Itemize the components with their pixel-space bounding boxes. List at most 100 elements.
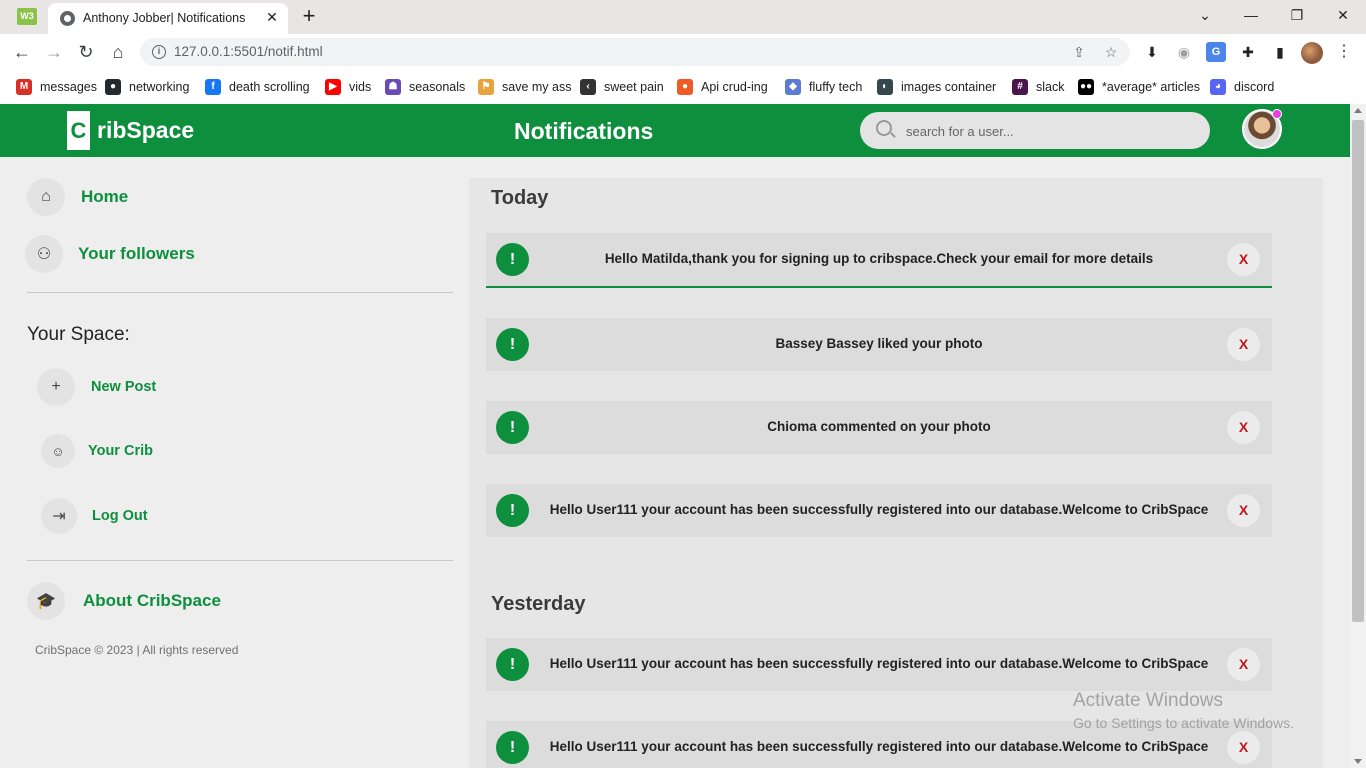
dismiss-button[interactable]: X bbox=[1227, 243, 1260, 276]
your-space-heading: Your Space: bbox=[27, 324, 130, 345]
bookmark-label: *average* articles bbox=[1102, 80, 1200, 94]
globe-icon bbox=[60, 11, 75, 26]
bookmark-item[interactable]: ◕ discord bbox=[1210, 77, 1274, 97]
restore-button[interactable]: ❐ bbox=[1284, 4, 1310, 26]
forward-arrow-icon[interactable]: → bbox=[42, 40, 66, 64]
site-header: C ribSpace Notifications bbox=[0, 104, 1350, 157]
bookmark-star-icon[interactable]: ☆ bbox=[1102, 43, 1120, 61]
chevron-down-icon[interactable]: ⌄ bbox=[1192, 4, 1218, 26]
sidebar-label-followers: Your followers bbox=[78, 244, 195, 263]
extension-download-icon[interactable]: ⬇ bbox=[1142, 42, 1162, 62]
dismiss-button[interactable]: X bbox=[1227, 328, 1260, 361]
bookmark-item[interactable]: # slack bbox=[1012, 77, 1064, 97]
sidebar-item-home[interactable]: ⌂ Home bbox=[27, 178, 128, 216]
sidebar-item-new-post[interactable]: + New Post bbox=[37, 368, 156, 406]
back-arrow-icon[interactable]: ← bbox=[10, 40, 34, 64]
bookmark-item[interactable]: ◆ fluffy tech bbox=[785, 77, 862, 97]
menu-kebab-icon[interactable]: ⋮ bbox=[1336, 42, 1352, 62]
home-icon[interactable]: ⌂ bbox=[106, 40, 130, 64]
info-icon[interactable]: i bbox=[152, 45, 166, 59]
gmail-icon: M bbox=[16, 79, 32, 95]
scroll-thumb[interactable] bbox=[1352, 120, 1364, 622]
bookmark-item[interactable]: ☗ seasonals bbox=[385, 77, 465, 97]
bookmark-item[interactable]: Mmessages bbox=[16, 77, 97, 97]
translate-icon[interactable]: G bbox=[1206, 42, 1226, 62]
sidebar-label-your-crib: Your Crib bbox=[88, 443, 153, 459]
bookmark-item[interactable]: ● Api crud-ing bbox=[677, 77, 768, 97]
followers-icon: ⚇ bbox=[25, 235, 63, 273]
youtube-icon: ▶ bbox=[325, 79, 341, 95]
scroll-down-icon[interactable] bbox=[1354, 759, 1362, 764]
sidebar-label-log-out: Log Out bbox=[92, 508, 148, 524]
bookmark-label: images container bbox=[901, 80, 997, 94]
url-text[interactable]: 127.0.0.1:5501/notif.html bbox=[174, 44, 323, 59]
copyright-text: CribSpace © 2023 | All rights reserved bbox=[35, 643, 239, 657]
dismiss-button[interactable]: X bbox=[1227, 411, 1260, 444]
dismiss-button[interactable]: X bbox=[1227, 731, 1260, 764]
close-window-button[interactable]: ✕ bbox=[1330, 4, 1356, 26]
bookmark-label: fluffy tech bbox=[809, 80, 863, 94]
bookmark-item[interactable]: ◐ images container bbox=[877, 77, 996, 97]
alert-icon: ! bbox=[496, 328, 529, 361]
fluffy-tech-icon: ◆ bbox=[785, 79, 801, 95]
notification-item[interactable]: ! Hello User111 your account has been suc… bbox=[486, 638, 1272, 691]
sidebar-item-log-out[interactable]: ⇥ Log Out bbox=[41, 498, 148, 534]
tab-close-icon[interactable]: ✕ bbox=[263, 8, 281, 26]
bookmarks-bar: Mmessages ● networking f death scrolling ▶ vid… bbox=[0, 70, 1366, 104]
address-bar[interactable]: i 127.0.0.1:5501/notif.html ⇪ ☆ bbox=[140, 38, 1130, 66]
watermark-title: Activate Windows bbox=[1073, 690, 1223, 711]
side-panel-icon[interactable]: ▮ bbox=[1270, 42, 1290, 62]
home-icon: ⌂ bbox=[27, 178, 65, 216]
seasonals-icon: ☗ bbox=[385, 79, 401, 95]
sidebar-item-your-crib[interactable]: ☺ Your Crib bbox=[41, 434, 153, 468]
share-icon[interactable]: ⇪ bbox=[1070, 43, 1088, 61]
reload-icon[interactable]: ↻ bbox=[74, 40, 98, 64]
notification-text: Hello User111 your account has been succ… bbox=[549, 502, 1209, 517]
profile-avatar[interactable] bbox=[1301, 42, 1323, 64]
logo-text: ribSpace bbox=[97, 117, 195, 143]
notification-text: Chioma commented on your photo bbox=[767, 419, 991, 434]
activate-windows-watermark: Activate Windows Go to Settings to activ… bbox=[1073, 690, 1294, 731]
dismiss-button[interactable]: X bbox=[1227, 648, 1260, 681]
scroll-up-icon[interactable] bbox=[1354, 108, 1362, 113]
bookmark-item[interactable]: ●● *average* articles bbox=[1078, 77, 1200, 97]
notification-text: Hello Matilda,thank you for signing up t… bbox=[604, 251, 1154, 266]
plus-icon: + bbox=[37, 368, 75, 406]
alert-icon: ! bbox=[496, 411, 529, 444]
notification-item[interactable]: ! Chioma commented on your photo X bbox=[486, 401, 1272, 454]
sidebar-divider bbox=[27, 560, 453, 561]
bookmark-item[interactable]: ‹ sweet pain bbox=[580, 77, 664, 97]
bookmark-label: messages bbox=[40, 80, 97, 94]
sidebar-label-new-post: New Post bbox=[91, 379, 157, 395]
notification-item[interactable]: ! Hello Matilda,thank you for signing up … bbox=[486, 233, 1272, 288]
puzzle-icon[interactable]: ✚ bbox=[1238, 42, 1258, 62]
bookmark-item[interactable]: ● networking bbox=[105, 77, 189, 97]
notification-text: Hello User111 your account has been succ… bbox=[549, 656, 1209, 671]
medium-icon: ●● bbox=[1078, 79, 1094, 95]
page-scrollbar[interactable] bbox=[1350, 104, 1366, 768]
w3-app-icon[interactable]: W3 bbox=[17, 8, 37, 25]
bookmark-item[interactable]: f death scrolling bbox=[205, 77, 310, 97]
sidebar-item-followers[interactable]: ⚇ Your followers bbox=[25, 235, 195, 273]
minimize-button[interactable]: — bbox=[1238, 4, 1264, 26]
notification-item[interactable]: ! Bassey Bassey liked your photo X bbox=[486, 318, 1272, 371]
images-icon: ◐ bbox=[877, 79, 893, 95]
logo-letter: C bbox=[67, 111, 90, 150]
search-input[interactable] bbox=[906, 121, 1196, 141]
github-icon: ● bbox=[105, 79, 121, 95]
new-tab-button[interactable]: + bbox=[298, 5, 320, 27]
bookmark-item[interactable]: ▶ vids bbox=[325, 77, 371, 97]
alert-icon: ! bbox=[496, 648, 529, 681]
browser-tab[interactable]: Anthony Jobber| Notifications ✕ bbox=[48, 3, 288, 34]
slack-icon: # bbox=[1012, 79, 1028, 95]
browser-toolbar: ← → ↻ ⌂ i 127.0.0.1:5501/notif.html ⇪ ☆ … bbox=[0, 34, 1366, 70]
camera-icon[interactable]: ◉ bbox=[1174, 42, 1194, 62]
sidebar-item-about[interactable]: 🎓 About CribSpace bbox=[27, 582, 221, 620]
cribspace-logo[interactable]: C ribSpace bbox=[67, 111, 194, 150]
codewars-icon: ‹ bbox=[580, 79, 596, 95]
logout-icon: ⇥ bbox=[41, 498, 77, 534]
bookmark-item[interactable]: ⚑ save my ass bbox=[478, 77, 571, 97]
dismiss-button[interactable]: X bbox=[1227, 494, 1260, 527]
bookmark-label: Api crud-ing bbox=[701, 80, 768, 94]
notification-item[interactable]: ! Hello User111 your account has been suc… bbox=[486, 484, 1272, 537]
